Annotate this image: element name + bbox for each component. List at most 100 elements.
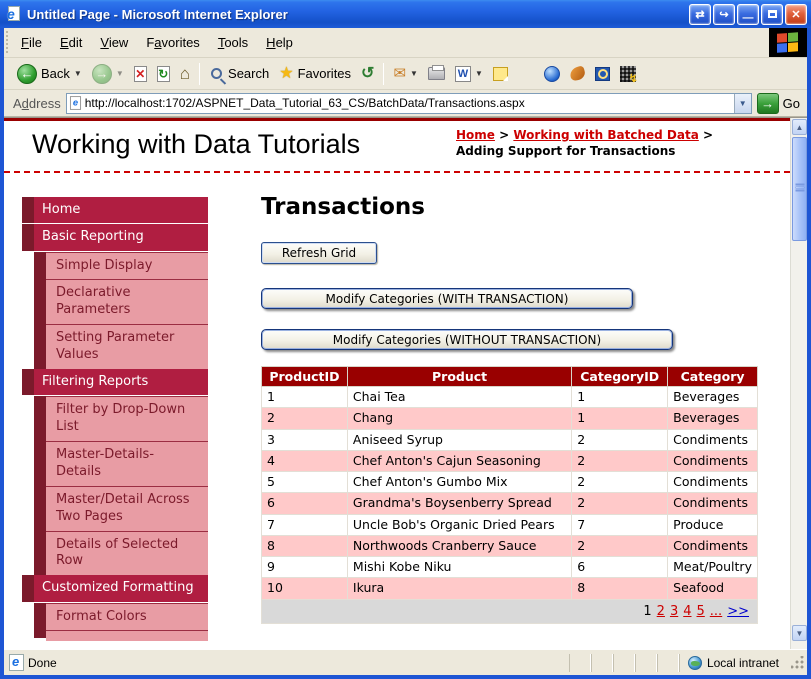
table-cell: 10 xyxy=(261,577,348,600)
sidebar-item-clipped[interactable] xyxy=(34,630,208,642)
sidebar-item-home[interactable]: Home xyxy=(22,197,208,224)
search-icon xyxy=(211,68,223,79)
minimize-button[interactable]: — xyxy=(737,3,759,25)
sidebar-item-customized-formatting[interactable]: Customized Formatting xyxy=(22,575,208,602)
table-cell: Seafood xyxy=(667,577,758,600)
window-undock-button[interactable]: ↪ xyxy=(713,3,735,25)
reference-button[interactable] xyxy=(590,65,615,83)
menu-tools[interactable]: Tools xyxy=(209,31,257,54)
maximize-button[interactable] xyxy=(761,3,783,25)
sidebar-accent xyxy=(22,224,34,251)
address-input[interactable]: e http://localhost:1702/ASPNET_Data_Tuto… xyxy=(65,92,752,114)
table-cell: 2 xyxy=(571,470,669,494)
go-button[interactable]: → xyxy=(756,92,779,114)
modify-with-transaction-button[interactable]: Modify Categories (WITH TRANSACTION) xyxy=(261,288,633,309)
pager-page-link[interactable]: 5 xyxy=(697,604,705,619)
word-icon: W xyxy=(454,65,471,82)
table-row: 2 Chang 1 Beverages xyxy=(261,407,758,430)
sidebar-item-label: Setting Parameter Values xyxy=(46,324,208,369)
forward-button[interactable]: → ▼ xyxy=(87,62,129,86)
pager-page-link[interactable]: 2 xyxy=(657,604,665,619)
table-row: 9 Mishi Kobe Niku 6 Meat/Poultry xyxy=(261,555,758,579)
table-cell: 7 xyxy=(261,513,348,536)
sidebar-item-filter-by-drop-down-list[interactable]: Filter by Drop-Down List xyxy=(34,396,208,441)
address-dropdown-button[interactable]: ▼ xyxy=(733,93,751,113)
pager-next-link[interactable]: >> xyxy=(727,604,749,619)
sidebar-item-label: Format Colors xyxy=(46,602,208,631)
table-cell: 8 xyxy=(571,577,669,600)
window-split-button[interactable]: ⇄ xyxy=(689,3,711,25)
sidebar-item-master-details-details[interactable]: Master-Details-Details xyxy=(34,440,208,486)
sidebar-nav: Home Basic Reporting Simple Display Declara… xyxy=(22,197,208,642)
column-header-categoryid: CategoryID xyxy=(571,366,669,387)
home-button[interactable]: ⌂ xyxy=(175,63,195,84)
grid-bolt-icon xyxy=(619,65,638,85)
favorites-star-icon: ★ xyxy=(279,64,294,82)
title-bar[interactable]: e Untitled Page - Microsoft Internet Exp… xyxy=(0,0,811,28)
menu-help[interactable]: Help xyxy=(257,31,302,54)
sidebar-item-simple-display[interactable]: Simple Display xyxy=(34,251,208,280)
print-button[interactable] xyxy=(423,65,450,82)
scroll-thumb[interactable] xyxy=(792,137,807,241)
research-button[interactable] xyxy=(565,65,590,82)
table-row: 10 Ikura 8 Seafood xyxy=(261,577,758,600)
pager-page-link[interactable]: 3 xyxy=(670,604,678,619)
sidebar-accent xyxy=(34,251,46,280)
resize-grip[interactable] xyxy=(791,655,805,670)
sidebar-item-details-of-selected-row[interactable]: Details of Selected Row xyxy=(34,530,208,576)
menu-grip[interactable] xyxy=(5,31,10,54)
main-content: Transactions Refresh Grid Modify Categor… xyxy=(261,194,761,625)
pager-ellipsis-link[interactable]: ... xyxy=(710,604,722,619)
sidebar-item-master-detail-across-two-pages[interactable]: Master/Detail Across Two Pages xyxy=(34,485,208,531)
forward-dropdown-icon[interactable]: ▼ xyxy=(116,69,124,78)
refresh-grid-button[interactable]: Refresh Grid xyxy=(261,242,377,264)
edit-with-word-button[interactable]: W ▼ xyxy=(450,64,488,84)
history-icon: ↺ xyxy=(361,64,375,82)
scroll-down-button[interactable]: ▼ xyxy=(792,625,807,641)
sidebar-item-format-colors[interactable]: Format Colors xyxy=(34,602,208,631)
favorites-button[interactable]: ★ Favorites xyxy=(274,64,356,84)
sidebar-item-label: Declarative Parameters xyxy=(46,279,208,325)
modify-without-transaction-button[interactable]: Modify Categories (WITHOUT TRANSACTION) xyxy=(261,329,673,350)
table-row: 7 Uncle Bob's Organic Dried Pears 7 Produce xyxy=(261,513,758,536)
back-button[interactable]: ← Back ▼ xyxy=(12,62,87,86)
menu-view[interactable]: View xyxy=(91,31,137,54)
sidebar-item-filtering-reports[interactable]: Filtering Reports xyxy=(22,368,208,396)
sidebar-item-declarative-parameters[interactable]: Declarative Parameters xyxy=(34,279,208,325)
messenger-button[interactable] xyxy=(539,64,565,84)
edit-dropdown-icon[interactable]: ▼ xyxy=(475,69,483,78)
table-cell: Grandma's Boysenberry Spread xyxy=(346,492,573,515)
discuss-button[interactable] xyxy=(488,65,513,83)
status-bar: Done Local intranet xyxy=(4,649,807,675)
history-button[interactable]: ↺ xyxy=(356,64,379,84)
refresh-button[interactable]: ↻ xyxy=(152,64,175,84)
stop-icon: ✕ xyxy=(133,65,147,82)
pager-page-link[interactable]: 4 xyxy=(683,604,691,619)
mail-button[interactable]: ✉ ▼ xyxy=(388,64,423,83)
search-button[interactable]: Search xyxy=(204,64,274,83)
sidebar-item-setting-parameter-values[interactable]: Setting Parameter Values xyxy=(34,324,208,369)
table-cell: Beverages xyxy=(667,385,758,409)
stop-button[interactable]: ✕ xyxy=(129,64,152,84)
sidebar-item-label: Master/Detail Across Two Pages xyxy=(46,485,208,531)
menu-edit[interactable]: Edit xyxy=(51,31,91,54)
back-dropdown-icon[interactable]: ▼ xyxy=(74,69,82,78)
breadcrumb-link[interactable]: Working with Batched Data xyxy=(513,128,698,142)
table-cell: 5 xyxy=(261,470,348,494)
toolbar-separator xyxy=(383,62,385,85)
table-row: 1 Chai Tea 1 Beverages xyxy=(261,385,758,409)
vertical-scrollbar[interactable]: ▲ ▼ xyxy=(790,118,807,649)
close-button[interactable]: ✕ xyxy=(785,3,807,25)
status-panes xyxy=(568,653,679,672)
menu-favorites[interactable]: Favorites xyxy=(137,31,208,54)
breadcrumb-link[interactable]: Home xyxy=(456,128,495,142)
menu-file[interactable]: File xyxy=(12,31,51,54)
sidebar-item-label: Details of Selected Row xyxy=(46,530,208,576)
mail-dropdown-icon[interactable]: ▼ xyxy=(410,69,418,78)
snippet-tool-button[interactable] xyxy=(615,64,641,85)
sidebar-item-basic-reporting[interactable]: Basic Reporting xyxy=(22,224,208,251)
ie-app-icon: e xyxy=(6,6,22,22)
address-url[interactable]: http://localhost:1702/ASPNET_Data_Tutori… xyxy=(85,96,734,110)
scroll-up-button[interactable]: ▲ xyxy=(792,119,807,135)
table-cell: 4 xyxy=(261,449,348,473)
